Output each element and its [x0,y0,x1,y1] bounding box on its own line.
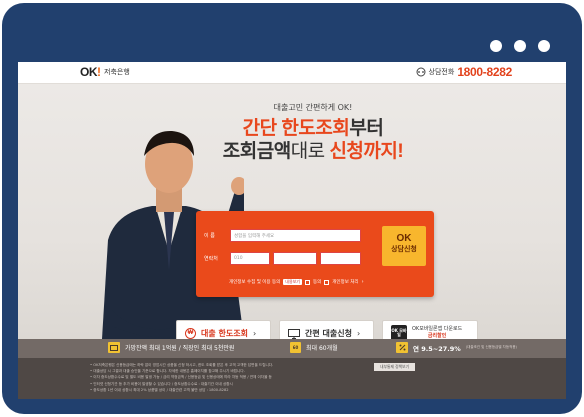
ok-button-line1: OK [396,233,412,244]
info-term-text: 최대 60개월 [306,345,338,352]
footer-line: • 중도상환 1년 이내 상환시 최대 2% 상품별 상이 / 대출관련 고객 … [90,387,229,392]
info-limit-text: 가망잔액 최대 1억원 / 직장인 최대 5천만원 [125,345,235,352]
privacy-extra-label: 개인정보 처리 [332,280,359,285]
name-input[interactable]: 성함을 입력해 주세요 [230,229,361,242]
phone-field-label: 연락처 [204,256,218,262]
ok-bank-logo[interactable]: OK ! 저축은행 [80,65,130,79]
easy-apply-label: 간편 대출신청 [305,328,352,338]
legal-footer: 내부통제 정책보기 • OK저축은행은 신용등급에는 하락 없이 영업시간 상품… [18,358,566,399]
phone-number: 1800-8282 [457,65,512,79]
dot-icon [490,40,502,52]
hero-line-2: 조회금액대로 신청까지! [193,140,433,163]
app-download-line1: OK모바일론앱 다운로드 [412,326,463,332]
logo-subtitle: 저축은행 [104,68,130,76]
consent-checkbox[interactable] [305,279,310,285]
app-download-text: OK모바일론앱 다운로드 금리할인 [412,326,462,340]
name-row: 이 름 성함을 입력해 주세요 [204,229,361,242]
info-limit: 가망잔액 최대 1억원 / 직장인 최대 5천만원 [108,342,234,353]
hero-line2-a: 조회금액 [222,141,291,162]
hero-small-title: 대출고민 간편하게 OK! [273,103,353,112]
chevron-right-icon: › [252,328,257,338]
phone-last-input[interactable] [320,252,361,265]
hero-line1-rest: 부터 [349,118,384,139]
phone-row: 연락처 010 [204,252,361,265]
window-menu-dots[interactable] [490,40,550,52]
info-rate-text: 연 9.5~27.9% [413,344,461,353]
phone-label: 상담전화 [428,68,455,76]
money-icon [108,342,120,353]
name-label: 이 름 [204,233,215,239]
calendar-icon: 60 [290,342,301,353]
ok-consult-button[interactable]: OK 상담신청 [382,226,426,266]
webpage-screen: OK ! 저축은행 상담전화 1800-8282 대출고민 간편하게 OK! 간… [18,62,566,399]
won-icon: ₩ [185,327,196,339]
info-term: 60 최대 60개월 [290,342,338,353]
consent-view-link[interactable]: 내용보기 [283,279,302,285]
privacy-checkbox[interactable] [324,279,330,285]
consent-agree-label: 동의 [313,280,322,285]
headset-icon [416,67,426,77]
hero-headline: 대출고민 간편하게 OK! 간단 한도조회부터 조회금액대로 신청까지! [193,102,433,163]
consult-form: 이 름 성함을 입력해 주세요 연락처 010 OK 상담신청 개인정보 수집 … [196,211,434,297]
chevron-right-icon: › [356,328,361,338]
logo-mark: OK [80,65,98,79]
limit-check-label: 대출 한도조회 [201,328,248,338]
top-bar: OK ! 저축은행 상담전화 1800-8282 [18,62,566,84]
ok-button-line2: 상담신청 [391,245,417,253]
internal-control-button[interactable]: 내부통제 정책보기 [374,363,416,371]
hero-line-1: 간단 한도조회부터 [193,117,433,140]
phone-prefix-select[interactable]: 010 [230,252,270,265]
consent-row: 개인정보 수집 및 이용 동의 내용보기 동의 개인정보 처리 › [229,279,364,285]
hero-line2-b: 대로 [290,141,330,162]
loan-info-bar: 가망잔액 최대 1억원 / 직장인 최대 5천만원 60 최대 60개월 연 9… [18,339,566,358]
consent-text: 개인정보 수집 및 이용 동의 [229,280,281,285]
logo-exclamation: ! [97,65,101,79]
hero-line2-accent: 신청까지! [329,141,404,162]
info-rate-note: (대출조건 및 신용등급별 차등적용) [465,345,517,349]
dot-icon [538,40,550,52]
info-rate: 연 9.5~27.9% (대출조건 및 신용등급별 차등적용) [396,342,517,353]
dot-icon [514,40,526,52]
phone-middle-input[interactable] [273,252,317,265]
percent-icon [396,342,408,353]
hero-line1-accent: 간단 한도조회 [242,118,350,139]
hero-banner: 대출고민 간편하게 OK! 간단 한도조회부터 조회금액대로 신청까지! 이 름… [18,84,566,346]
phone-contact[interactable]: 상담전화 1800-8282 [416,65,512,79]
chevron-right-icon: › [361,279,364,285]
